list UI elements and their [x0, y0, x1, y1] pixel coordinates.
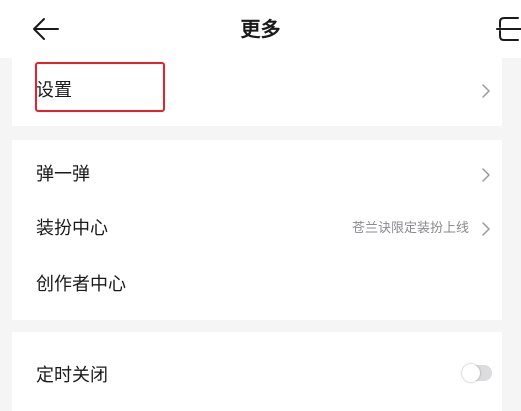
- timer-close-label: 定时关闭: [36, 365, 108, 386]
- toggle-knob: [462, 364, 480, 382]
- chevron-right-icon: [482, 222, 490, 236]
- pop-row[interactable]: 弹一弹: [12, 148, 502, 204]
- timer-close-row: 定时关闭: [12, 349, 502, 405]
- timer-close-toggle[interactable]: [462, 364, 492, 382]
- theme-center-row[interactable]: 装扮中心 苍兰诀限定装扮上线: [12, 202, 502, 258]
- creator-center-label: 创作者中心: [36, 274, 126, 295]
- highlight-box: [35, 62, 165, 112]
- timer-card: 定时关闭: [12, 332, 502, 411]
- scan-icon[interactable]: [496, 15, 521, 43]
- more-page: 更多 设置 弹一弹 装扮中心 苍兰诀限定装扮上线 创作者中心 定时关闭: [0, 0, 521, 411]
- features-card: 弹一弹 装扮中心 苍兰诀限定装扮上线 创作者中心: [12, 140, 502, 320]
- pop-label: 弹一弹: [36, 164, 90, 185]
- top-bar: 更多: [0, 0, 521, 58]
- creator-center-row[interactable]: 创作者中心: [12, 258, 502, 314]
- chevron-right-icon: [482, 168, 490, 182]
- theme-center-label: 装扮中心: [36, 218, 108, 239]
- theme-center-promo: 苍兰诀限定装扮上线: [351, 221, 469, 236]
- chevron-right-icon: [482, 84, 490, 98]
- page-title: 更多: [240, 17, 281, 41]
